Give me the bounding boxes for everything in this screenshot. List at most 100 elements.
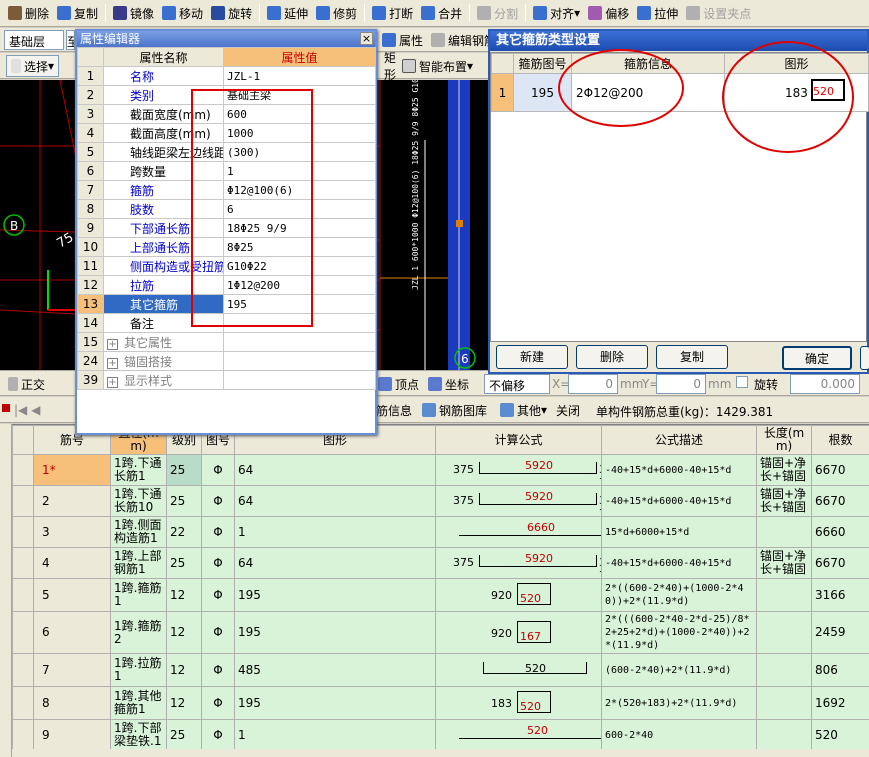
horizontal-scrollbar[interactable]: [12, 749, 869, 757]
offset-button[interactable]: 偏移: [584, 2, 633, 24]
move-button[interactable]: 移动: [158, 2, 207, 24]
table-row[interactable]: 8 1跨.其他箍筋1 12 Φ 195 183 520 2*(520+183)+2*(11.9…: [12, 686, 869, 720]
property-editor: 属性编辑器 × 属性名称 属性值 1 名称 JZL-1 2 类别 基础主梁 3 截面宽度(mm)…: [75, 29, 377, 435]
rebar-info-button[interactable]: 筋信息: [372, 399, 416, 421]
table-row[interactable]: 6 1跨.箍筋2 12 Φ 195 920 167 2*(((600-2*40-2*d-25)…: [12, 611, 869, 654]
ortho-icon: [8, 377, 18, 391]
rebar-shape[interactable]: 520: [435, 719, 602, 749]
coord-icon: [428, 377, 442, 391]
close-panel-icon[interactable]: [2, 404, 10, 412]
table-row[interactable]: 1*1跨.下通长筋125Φ643755920375-40+15*d+6000-4…: [12, 454, 869, 486]
rebar-shape[interactable]: 183 520: [435, 686, 602, 720]
floor-combo[interactable]: 至: [66, 30, 75, 50]
column-header[interactable]: 公式描述: [601, 425, 757, 455]
ortho-toggle[interactable]: 正交: [4, 373, 49, 395]
prop-row[interactable]: 15 + 其它属性: [77, 332, 376, 352]
line-shape: [459, 535, 601, 536]
rebar-shape[interactable]: 3755920375: [435, 454, 602, 486]
toolbar-separator: [525, 4, 527, 22]
prop-row[interactable]: 39 + 显示样式: [77, 370, 376, 390]
stretch-icon: [637, 6, 652, 20]
rotate-button[interactable]: 旋转: [207, 2, 256, 24]
table-row[interactable]: 41跨.上部钢筋125Φ643755920375-40+15*d+6000-40…: [12, 547, 869, 579]
prop-row[interactable]: 1 名称 JZL-1: [77, 66, 376, 86]
attr-icon: [382, 33, 396, 47]
prop-row[interactable]: 24 + 锚固搭接: [77, 351, 376, 371]
grip-icon: [686, 6, 701, 20]
first-icon[interactable]: |◀ ◀: [14, 403, 40, 417]
pencil-icon: [431, 33, 446, 47]
vertex-toggle[interactable]: 顶点: [374, 373, 423, 395]
extend-button[interactable]: 延伸: [263, 2, 312, 24]
copy-button[interactable]: 复制: [656, 345, 728, 369]
stretch-button[interactable]: 拉伸: [633, 2, 682, 24]
trim-icon: [316, 6, 331, 20]
col-prop-value: 属性值: [223, 47, 376, 67]
rebar-shape[interactable]: 920 520: [435, 578, 602, 612]
prop-title: 属性编辑器: [80, 32, 141, 46]
other-stirrup-dialog: 其它箍筋类型设置 箍筋图号 箍筋信息 图形 1 195 2Φ12@200 183…: [488, 29, 869, 374]
mirror-icon: [113, 6, 128, 20]
rebar-table: 筋号直径(mm)级别图号图形计算公式公式描述长度(mm)根数1*1跨.下通长筋1…: [12, 424, 869, 749]
trim-button[interactable]: 修剪: [312, 2, 361, 24]
align-icon: [533, 6, 548, 20]
x-unit: mm: [620, 377, 644, 391]
mirror-button[interactable]: 镜像: [109, 2, 158, 24]
align-button[interactable]: 对齐 ▾: [529, 2, 584, 24]
y-input[interactable]: 0: [656, 374, 706, 394]
column-header[interactable]: 长度(mm): [756, 425, 812, 455]
table-row[interactable]: 21跨.下通长筋1025Φ643755920375-40+15*d+6000-4…: [12, 485, 869, 517]
table-row[interactable]: 91跨.下部梁垫铁.125Φ1520600-2*405205: [12, 719, 869, 749]
table-row[interactable]: 7 1跨.拉筋1 12 Φ 485 520 (600-2*40)+2*(11.9*d) 806…: [12, 653, 869, 687]
offset-combo[interactable]: 不偏移: [484, 374, 550, 394]
eraser-button[interactable]: 删除: [4, 2, 53, 24]
rebar-shape[interactable]: 6660: [435, 516, 602, 548]
expand-icon[interactable]: +: [107, 376, 118, 388]
close-icon[interactable]: ×: [360, 32, 373, 45]
split-icon: [477, 6, 492, 20]
rotate-icon: [211, 6, 226, 20]
table-row[interactable]: 5 1跨.箍筋1 12 Φ 195 920 520 2*((600-2*40)+(1000-2…: [12, 578, 869, 612]
copy-button[interactable]: 复制: [53, 2, 102, 24]
eraser-icon: [8, 6, 22, 20]
rebar-shape[interactable]: 3755920375: [435, 485, 602, 517]
column-header[interactable]: 计算公式: [435, 425, 602, 455]
extend-icon: [267, 6, 282, 20]
toolbar-separator: [469, 4, 471, 22]
close-button[interactable]: 关闭: [552, 399, 584, 421]
x-input[interactable]: 0: [568, 374, 618, 394]
y-unit: mm: [708, 377, 732, 391]
grip-button[interactable]: 设置夹点: [682, 2, 755, 24]
split-button[interactable]: 分割: [473, 2, 522, 24]
library-icon: [422, 403, 436, 417]
offset-icon: [588, 6, 603, 20]
beam-label-text: JZL 1 600*1000 Φ12@100(6) 18Φ25 9/9 8Φ25…: [411, 80, 420, 290]
expand-icon[interactable]: +: [107, 357, 118, 369]
axis-label-6: 6: [461, 352, 469, 366]
smart-layout-button[interactable]: 智能布置 ▾: [398, 55, 477, 77]
break-button[interactable]: 打断: [368, 2, 417, 24]
attr-button[interactable]: 属性: [378, 29, 427, 51]
rebar-library-button[interactable]: 钢筋图库: [418, 399, 491, 421]
rotate-input[interactable]: 0.000: [790, 374, 860, 394]
expand-icon[interactable]: +: [107, 338, 118, 350]
new-button[interactable]: 新建: [496, 345, 568, 369]
column-header[interactable]: 根数: [811, 425, 869, 455]
col-prop-name: 属性名称: [103, 47, 224, 67]
ok-button[interactable]: 确定: [782, 346, 852, 370]
other-menu-button[interactable]: 其他 ▾: [496, 399, 551, 421]
table-row[interactable]: 31跨.侧面构造筋122Φ1666015*d+6000+15*d666010: [12, 516, 869, 548]
rebar-shape[interactable]: 520: [435, 653, 602, 687]
rebar-shape[interactable]: 920 167: [435, 611, 602, 654]
cancel-button-edge[interactable]: [860, 346, 869, 370]
select-button[interactable]: 选择 ▾: [6, 55, 60, 77]
rotate-checkbox[interactable]: [736, 376, 748, 388]
rebar-shape[interactable]: 3755920375: [435, 547, 602, 579]
coord-toggle[interactable]: 坐标: [424, 373, 473, 395]
delete-button[interactable]: 删除: [576, 345, 648, 369]
toolbar-separator: [105, 4, 107, 22]
annotation-rect: [191, 89, 313, 327]
merge-button[interactable]: 合并: [417, 2, 466, 24]
merge-icon: [421, 6, 436, 20]
layer-combo[interactable]: 基础层: [4, 30, 64, 50]
